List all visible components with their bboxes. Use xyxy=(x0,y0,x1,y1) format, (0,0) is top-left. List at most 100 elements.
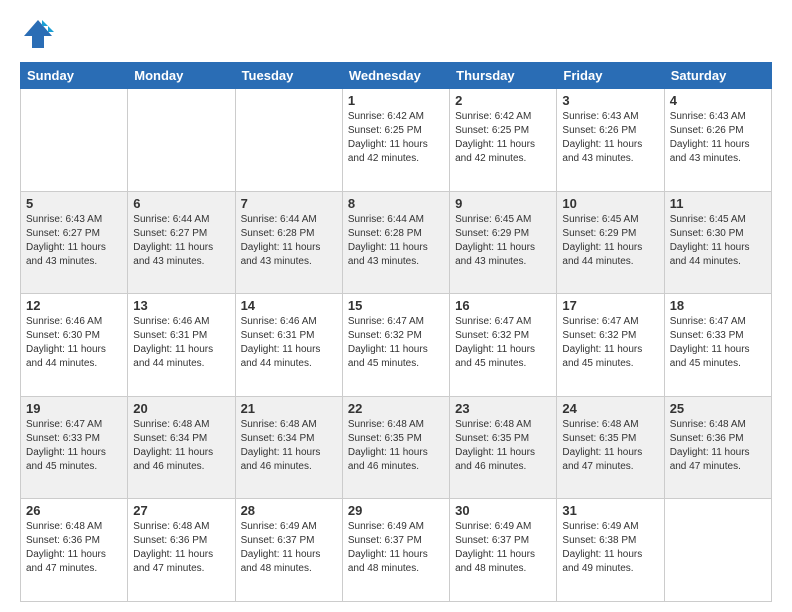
day-info: Sunrise: 6:46 AM Sunset: 6:30 PM Dayligh… xyxy=(26,315,122,371)
calendar-cell: 4 Sunrise: 6:43 AM Sunset: 6:26 PM Daylig… xyxy=(664,89,771,192)
day-info: Sunrise: 6:45 AM Sunset: 6:29 PM Dayligh… xyxy=(455,213,551,269)
day-info: Sunrise: 6:48 AM Sunset: 6:35 PM Dayligh… xyxy=(348,418,444,474)
calendar-cell: 11 Sunrise: 6:45 AM Sunset: 6:30 PM Dayli… xyxy=(664,191,771,294)
day-info: Sunrise: 6:48 AM Sunset: 6:35 PM Dayligh… xyxy=(562,418,658,474)
day-info: Sunrise: 6:43 AM Sunset: 6:27 PM Dayligh… xyxy=(26,213,122,269)
calendar-cell: 9 Sunrise: 6:45 AM Sunset: 6:29 PM Daylig… xyxy=(450,191,557,294)
calendar-week-row: 5 Sunrise: 6:43 AM Sunset: 6:27 PM Daylig… xyxy=(21,191,772,294)
day-number: 9 xyxy=(455,196,551,211)
calendar-cell: 29 Sunrise: 6:49 AM Sunset: 6:37 PM Dayli… xyxy=(342,499,449,602)
day-number: 5 xyxy=(26,196,122,211)
calendar-cell xyxy=(664,499,771,602)
day-info: Sunrise: 6:48 AM Sunset: 6:34 PM Dayligh… xyxy=(133,418,229,474)
calendar-cell: 31Sunrise: 6:49 AM Sunset: 6:38 PM Dayli… xyxy=(557,499,664,602)
day-number: 11 xyxy=(670,196,766,211)
day-info: Sunrise: 6:47 AM Sunset: 6:32 PM Dayligh… xyxy=(348,315,444,371)
day-info: Sunrise: 6:43 AM Sunset: 6:26 PM Dayligh… xyxy=(670,110,766,166)
calendar-cell: 17 Sunrise: 6:47 AM Sunset: 6:32 PM Dayli… xyxy=(557,294,664,397)
day-number: 22 xyxy=(348,401,444,416)
day-number: 24 xyxy=(562,401,658,416)
day-number: 15 xyxy=(348,298,444,313)
calendar-cell: 1 Sunrise: 6:42 AM Sunset: 6:25 PM Daylig… xyxy=(342,89,449,192)
day-of-week-header: Tuesday xyxy=(235,63,342,89)
day-number: 7 xyxy=(241,196,337,211)
calendar-cell: 24 Sunrise: 6:48 AM Sunset: 6:35 PM Dayli… xyxy=(557,396,664,499)
calendar-cell: 8 Sunrise: 6:44 AM Sunset: 6:28 PM Daylig… xyxy=(342,191,449,294)
calendar-cell xyxy=(128,89,235,192)
day-number: 10 xyxy=(562,196,658,211)
day-number: 6 xyxy=(133,196,229,211)
day-number: 26 xyxy=(26,503,122,518)
day-info: Sunrise: 6:44 AM Sunset: 6:28 PM Dayligh… xyxy=(348,213,444,269)
day-info: Sunrise: 6:43 AM Sunset: 6:26 PM Dayligh… xyxy=(562,110,658,166)
day-info: Sunrise: 6:45 AM Sunset: 6:30 PM Dayligh… xyxy=(670,213,766,269)
day-number: 14 xyxy=(241,298,337,313)
day-header-row: SundayMondayTuesdayWednesdayThursdayFrid… xyxy=(21,63,772,89)
calendar-table: SundayMondayTuesdayWednesdayThursdayFrid… xyxy=(20,62,772,602)
calendar-cell: 5 Sunrise: 6:43 AM Sunset: 6:27 PM Daylig… xyxy=(21,191,128,294)
calendar-cell: 14 Sunrise: 6:46 AM Sunset: 6:31 PM Dayli… xyxy=(235,294,342,397)
calendar-cell: 22 Sunrise: 6:48 AM Sunset: 6:35 PM Dayli… xyxy=(342,396,449,499)
calendar-cell: 16Sunrise: 6:47 AM Sunset: 6:32 PM Dayli… xyxy=(450,294,557,397)
day-of-week-header: Friday xyxy=(557,63,664,89)
calendar-cell: 6Sunrise: 6:44 AM Sunset: 6:27 PM Daylig… xyxy=(128,191,235,294)
calendar-week-row: 26 Sunrise: 6:48 AM Sunset: 6:36 PM Dayli… xyxy=(21,499,772,602)
day-info: Sunrise: 6:49 AM Sunset: 6:37 PM Dayligh… xyxy=(455,520,551,576)
day-number: 3 xyxy=(562,93,658,108)
day-number: 30 xyxy=(455,503,551,518)
calendar-cell: 2 Sunrise: 6:42 AM Sunset: 6:25 PM Daylig… xyxy=(450,89,557,192)
day-info: Sunrise: 6:48 AM Sunset: 6:34 PM Dayligh… xyxy=(241,418,337,474)
calendar-cell: 19Sunrise: 6:47 AM Sunset: 6:33 PM Dayli… xyxy=(21,396,128,499)
day-info: Sunrise: 6:48 AM Sunset: 6:36 PM Dayligh… xyxy=(670,418,766,474)
day-number: 8 xyxy=(348,196,444,211)
day-info: Sunrise: 6:49 AM Sunset: 6:37 PM Dayligh… xyxy=(348,520,444,576)
day-number: 17 xyxy=(562,298,658,313)
day-info: Sunrise: 6:48 AM Sunset: 6:35 PM Dayligh… xyxy=(455,418,551,474)
day-number: 1 xyxy=(348,93,444,108)
day-info: Sunrise: 6:46 AM Sunset: 6:31 PM Dayligh… xyxy=(133,315,229,371)
day-number: 4 xyxy=(670,93,766,108)
day-info: Sunrise: 6:45 AM Sunset: 6:29 PM Dayligh… xyxy=(562,213,658,269)
day-info: Sunrise: 6:42 AM Sunset: 6:25 PM Dayligh… xyxy=(348,110,444,166)
calendar-cell: 23 Sunrise: 6:48 AM Sunset: 6:35 PM Dayli… xyxy=(450,396,557,499)
day-info: Sunrise: 6:49 AM Sunset: 6:37 PM Dayligh… xyxy=(241,520,337,576)
day-number: 20 xyxy=(133,401,229,416)
day-info: Sunrise: 6:49 AM Sunset: 6:38 PM Dayligh… xyxy=(562,520,658,576)
day-info: Sunrise: 6:42 AM Sunset: 6:25 PM Dayligh… xyxy=(455,110,551,166)
page: SundayMondayTuesdayWednesdayThursdayFrid… xyxy=(0,0,792,612)
day-info: Sunrise: 6:47 AM Sunset: 6:32 PM Dayligh… xyxy=(562,315,658,371)
day-of-week-header: Wednesday xyxy=(342,63,449,89)
day-info: Sunrise: 6:44 AM Sunset: 6:28 PM Dayligh… xyxy=(241,213,337,269)
day-info: Sunrise: 6:46 AM Sunset: 6:31 PM Dayligh… xyxy=(241,315,337,371)
logo-icon xyxy=(20,16,56,52)
day-number: 23 xyxy=(455,401,551,416)
header xyxy=(20,16,772,52)
day-info: Sunrise: 6:48 AM Sunset: 6:36 PM Dayligh… xyxy=(26,520,122,576)
day-number: 27 xyxy=(133,503,229,518)
day-number: 2 xyxy=(455,93,551,108)
calendar-cell xyxy=(235,89,342,192)
calendar-week-row: 1 Sunrise: 6:42 AM Sunset: 6:25 PM Daylig… xyxy=(21,89,772,192)
day-of-week-header: Monday xyxy=(128,63,235,89)
day-of-week-header: Thursday xyxy=(450,63,557,89)
calendar-cell: 7 Sunrise: 6:44 AM Sunset: 6:28 PM Daylig… xyxy=(235,191,342,294)
calendar-cell: 10 Sunrise: 6:45 AM Sunset: 6:29 PM Dayli… xyxy=(557,191,664,294)
calendar-cell: 18Sunrise: 6:47 AM Sunset: 6:33 PM Dayli… xyxy=(664,294,771,397)
calendar-cell: 25 Sunrise: 6:48 AM Sunset: 6:36 PM Dayli… xyxy=(664,396,771,499)
day-number: 29 xyxy=(348,503,444,518)
calendar-cell: 28 Sunrise: 6:49 AM Sunset: 6:37 PM Dayli… xyxy=(235,499,342,602)
day-info: Sunrise: 6:47 AM Sunset: 6:33 PM Dayligh… xyxy=(26,418,122,474)
calendar-cell: 12Sunrise: 6:46 AM Sunset: 6:30 PM Dayli… xyxy=(21,294,128,397)
calendar-cell: 21 Sunrise: 6:48 AM Sunset: 6:34 PM Dayli… xyxy=(235,396,342,499)
day-number: 25 xyxy=(670,401,766,416)
logo xyxy=(20,16,60,52)
day-number: 13 xyxy=(133,298,229,313)
day-number: 28 xyxy=(241,503,337,518)
day-number: 21 xyxy=(241,401,337,416)
day-info: Sunrise: 6:47 AM Sunset: 6:33 PM Dayligh… xyxy=(670,315,766,371)
calendar-week-row: 19Sunrise: 6:47 AM Sunset: 6:33 PM Dayli… xyxy=(21,396,772,499)
calendar-cell xyxy=(21,89,128,192)
calendar-cell: 15 Sunrise: 6:47 AM Sunset: 6:32 PM Dayli… xyxy=(342,294,449,397)
day-info: Sunrise: 6:48 AM Sunset: 6:36 PM Dayligh… xyxy=(133,520,229,576)
calendar-cell: 3 Sunrise: 6:43 AM Sunset: 6:26 PM Daylig… xyxy=(557,89,664,192)
